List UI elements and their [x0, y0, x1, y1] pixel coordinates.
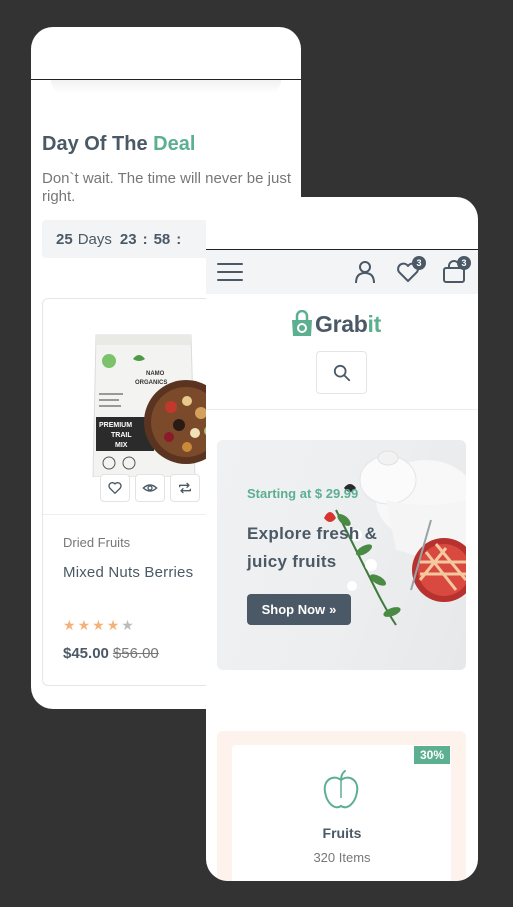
- search-icon: [333, 364, 350, 381]
- search-button[interactable]: [316, 351, 367, 394]
- product-name[interactable]: Mixed Nuts Berries: [63, 564, 193, 581]
- site-logo[interactable]: Grabit: [290, 310, 381, 338]
- quick-view-button[interactable]: [135, 474, 165, 502]
- star-filled-icon: ★: [63, 617, 76, 633]
- countdown-days: 25: [56, 230, 73, 248]
- current-price: $45.00: [63, 645, 109, 662]
- old-price: $56.00: [112, 645, 159, 662]
- star-filled-icon: ★: [77, 617, 91, 633]
- shopping-bag-logo-icon: [292, 310, 312, 336]
- svg-text:TRAIL: TRAIL: [111, 432, 132, 439]
- category-name: Fruits: [322, 825, 362, 841]
- wishlist-count-badge: 3: [412, 256, 426, 270]
- section-divider: [206, 409, 478, 410]
- eye-icon: [142, 484, 158, 492]
- countdown-minutes: 58: [153, 230, 171, 248]
- wishlist-button[interactable]: 3: [396, 256, 426, 285]
- front-phone-screen: 3 3 Grabit Starting at $ 29.99 Explore f…: [206, 197, 478, 881]
- product-rating: ★ ★ ★ ★ ★: [63, 618, 134, 632]
- svg-text:ORGANICS: ORGANICS: [135, 380, 167, 386]
- logo-text: Grabit: [315, 310, 381, 337]
- star-empty-icon: ★: [121, 617, 134, 633]
- cart-count-badge: 3: [457, 256, 471, 270]
- product-price: $45.00 $56.00: [63, 645, 159, 662]
- hamburger-icon[interactable]: [217, 263, 243, 281]
- user-icon[interactable]: [352, 259, 378, 285]
- svg-text:PREMIUM: PREMIUM: [99, 422, 132, 429]
- countdown-separator: :: [142, 230, 148, 248]
- star-filled-icon: ★: [92, 617, 105, 633]
- star-filled-icon: ★: [106, 617, 120, 633]
- top-header: 3 3: [206, 250, 478, 294]
- product-image[interactable]: NAMO ORGANICS PREMIUM TRAIL MIX: [91, 327, 221, 477]
- double-chevron-right-icon: »: [329, 602, 337, 617]
- category-item-count: 320 Items: [313, 850, 371, 865]
- shop-now-label: Shop Now: [261, 602, 326, 617]
- countdown-separator: :: [176, 230, 182, 248]
- countdown-hours: 23: [119, 230, 137, 248]
- product-actions: [100, 474, 200, 502]
- apple-icon: [323, 770, 359, 809]
- cart-button[interactable]: 3: [441, 256, 471, 285]
- hero-small-text: Starting at $ 29.99: [247, 486, 359, 501]
- product-category: Dried Fruits: [63, 535, 131, 550]
- compare-icon: [179, 482, 191, 494]
- countdown-days-label: Days: [77, 230, 112, 248]
- header-shadow: [51, 80, 281, 94]
- svg-text:NAMO: NAMO: [146, 371, 165, 377]
- shop-now-button[interactable]: Shop Now »: [247, 594, 351, 625]
- heart-icon: [108, 482, 122, 494]
- hero-banner[interactable]: Starting at $ 29.99 Explore fresh & juic…: [217, 440, 466, 670]
- deal-title: Day Of The Deal: [42, 133, 196, 155]
- svg-text:MIX: MIX: [115, 442, 128, 449]
- compare-button[interactable]: [170, 474, 200, 502]
- wishlist-button[interactable]: [100, 474, 130, 502]
- discount-badge: 30%: [414, 746, 450, 764]
- hero-title: Explore fresh & juicy fruits: [247, 524, 378, 571]
